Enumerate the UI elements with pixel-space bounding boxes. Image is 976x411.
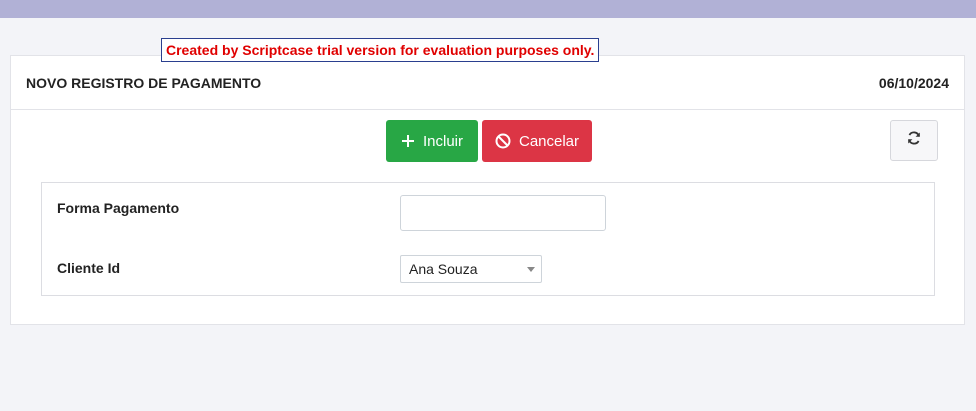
trial-notice: Created by Scriptcase trial version for …	[161, 38, 600, 62]
top-bar	[0, 0, 976, 18]
forma-pagamento-input[interactable]	[400, 195, 606, 231]
ban-icon	[495, 133, 511, 149]
refresh-icon	[906, 130, 922, 151]
cliente-id-label: Cliente Id	[57, 260, 121, 276]
cliente-id-select[interactable]: Ana Souza	[400, 255, 542, 283]
header-date: 06/10/2024	[878, 74, 949, 91]
cliente-id-selected: Ana Souza	[409, 261, 478, 277]
incluir-label: Incluir	[422, 132, 463, 150]
cancelar-label: Cancelar	[518, 132, 580, 150]
cancelar-button[interactable]: Cancelar	[482, 120, 592, 162]
form-card: NOVO REGISTRO DE PAGAMENTO 06/10/2024 In…	[10, 55, 965, 325]
chevron-down-icon	[527, 266, 535, 272]
refresh-button[interactable]	[890, 120, 938, 161]
incluir-button[interactable]: Incluir	[386, 120, 478, 162]
form-fields: Forma Pagamento Cliente Id Ana Souza	[41, 182, 935, 296]
forma-pagamento-label: Forma Pagamento	[57, 200, 180, 216]
plus-icon	[401, 134, 415, 148]
card-header: NOVO REGISTRO DE PAGAMENTO 06/10/2024	[11, 56, 964, 110]
page-title: NOVO REGISTRO DE PAGAMENTO	[26, 74, 262, 91]
